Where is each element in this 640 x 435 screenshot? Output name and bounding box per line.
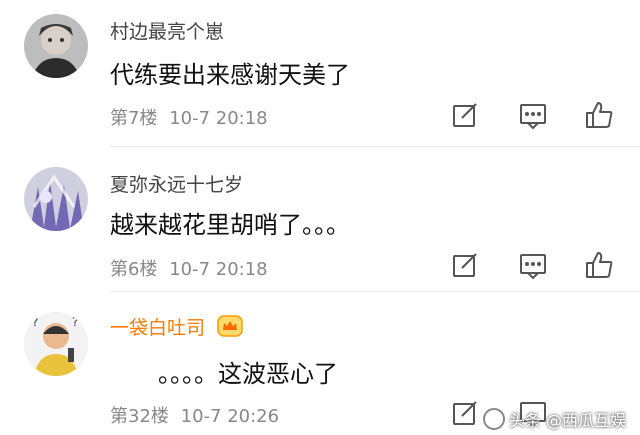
comment-icon[interactable] [518,250,548,280]
avatar[interactable]: ? ? [24,312,88,376]
watermark-logo-icon [482,408,505,430]
timestamp: 10-7 20:26 [180,406,280,427]
comment-meta: 第6楼 10-7 20:18 [110,255,274,281]
vip-crown-icon [217,315,243,342]
floor-label: 第7楼 [110,108,158,129]
timestamp: 10-7 20:18 [169,259,268,280]
edit-icon[interactable] [450,398,480,428]
comment-text: 。。。。这波恶心了 [158,360,338,388]
comment-text: 越来越花里胡哨了。。。 [110,211,350,239]
username-label: 一袋白吐司 [110,317,206,339]
comment-icon[interactable] [518,100,548,130]
username[interactable]: 夏弥永远十七岁 [110,170,243,197]
edit-icon[interactable] [450,100,480,130]
watermark: 头条 @西瓜互娱 [482,407,626,431]
avatar[interactable] [24,14,88,78]
thumbs-up-icon[interactable] [584,250,614,280]
floor-label: 第6楼 [110,259,158,280]
comment-item: 夏弥永远十七岁 越来越花里胡哨了。。。 第6楼 10-7 20:18 [0,147,640,290]
comment-meta: 第7楼 10-7 20:18 [110,104,274,130]
comment-text: 代练要出来感谢天美了 [110,61,350,89]
timestamp: 10-7 20:18 [169,108,268,129]
avatar[interactable] [24,167,88,231]
username[interactable]: 一袋白吐司 [110,313,243,342]
svg-text:?: ? [32,315,38,329]
comment-actions [450,250,620,280]
comment-meta: 第32楼 10-7 20:26 [110,402,285,428]
thumbs-up-icon[interactable] [584,100,614,130]
floor-label: 第32楼 [110,406,169,427]
svg-text:?: ? [72,315,78,329]
username[interactable]: 村边最亮个崽 [110,17,224,44]
watermark-text: 头条 @西瓜互娱 [508,411,626,430]
comment-item: 村边最亮个崽 代练要出来感谢天美了 第7楼 10-7 20:18 [0,0,640,145]
edit-icon[interactable] [450,250,480,280]
comment-actions [450,100,620,130]
